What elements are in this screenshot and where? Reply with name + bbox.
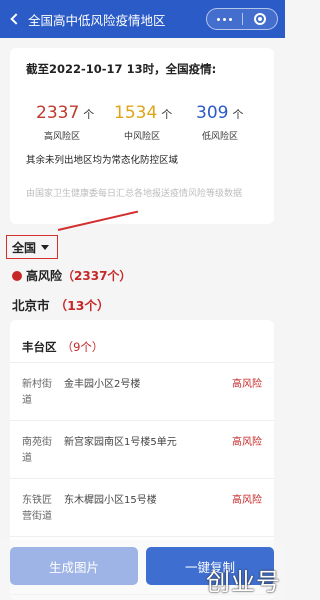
target-circle-icon[interactable] bbox=[243, 13, 277, 25]
navigation-bar: 全国高中低风险疫情地区 bbox=[0, 0, 285, 38]
stat-medium-risk: 1534 个 中风险区 bbox=[114, 103, 194, 142]
list-item: 东铁匠营街道 东木樨园小区15号楼 高风险 bbox=[10, 479, 274, 537]
page-title: 全国高中低风险疫情地区 bbox=[28, 12, 166, 28]
city-count: （13个） bbox=[54, 298, 110, 313]
region-selector-label: 全国 bbox=[12, 240, 37, 255]
street-name: 东铁匠营街道 bbox=[22, 495, 52, 522]
caret-down-icon bbox=[41, 244, 50, 250]
low-risk-count: 309 bbox=[196, 103, 229, 123]
medium-risk-label: 中风险区 bbox=[124, 132, 161, 142]
risk-level-header: 高风险 （2337个） bbox=[12, 267, 131, 284]
summary-headline: 截至2022-10-17 13时，全国疫情: bbox=[26, 62, 217, 76]
risk-level: 高风险 bbox=[232, 437, 262, 448]
low-risk-label: 低风险区 bbox=[202, 132, 239, 142]
city-header: 北京市 （13个） bbox=[12, 295, 110, 314]
more-dots-icon[interactable] bbox=[207, 17, 242, 21]
risk-level: 高风险 bbox=[232, 495, 262, 506]
region-selector[interactable]: 全国 bbox=[6, 235, 58, 259]
high-risk-unit: 个 bbox=[83, 108, 95, 121]
summary-note: 其余未列出地区均为常态化防控区域 bbox=[26, 155, 179, 166]
high-risk-label: 高风险区 bbox=[44, 132, 81, 142]
district-header: 丰台区 （9个） bbox=[22, 336, 103, 355]
street-name: 南苑街道 bbox=[22, 437, 52, 464]
summary-card: 截至2022-10-17 13时，全国疫情: 2337 个 高风险区 1534 个 … bbox=[10, 48, 274, 224]
medium-risk-count: 1534 bbox=[114, 103, 158, 123]
address: 东木樨园小区15号楼 bbox=[64, 495, 157, 506]
district-name: 丰台区 bbox=[22, 340, 57, 354]
watermark: 创业号 bbox=[206, 568, 281, 596]
data-source-text: 由国家卫生健康委每日汇总各地报送疫情风险等级数据 bbox=[26, 189, 243, 199]
stat-low-risk: 309 个 低风险区 bbox=[196, 103, 276, 142]
medium-risk-unit: 个 bbox=[161, 108, 173, 121]
mini-program-capsule bbox=[206, 8, 278, 30]
address: 新宫家园南区1号楼5单元 bbox=[64, 437, 177, 448]
list-item: 新村街道 金丰园小区2号楼 高风险 bbox=[10, 363, 274, 421]
stat-high-risk: 2337 个 高风险区 bbox=[36, 103, 116, 142]
low-risk-unit: 个 bbox=[232, 108, 244, 121]
high-risk-dot-icon bbox=[12, 270, 22, 281]
chevron-left-icon[interactable] bbox=[0, 0, 28, 38]
risk-level-title: 高风险 bbox=[26, 269, 63, 283]
street-name: 新村街道 bbox=[22, 379, 52, 406]
risk-level-count: （2337个） bbox=[62, 269, 132, 283]
city-name: 北京市 bbox=[12, 298, 50, 313]
high-risk-count: 2337 bbox=[36, 103, 80, 123]
risk-level: 高风险 bbox=[232, 379, 262, 390]
list-item: 南苑街道 新宫家园南区1号楼5单元 高风险 bbox=[10, 421, 274, 479]
generate-image-button[interactable]: 生成图片 bbox=[10, 547, 138, 585]
address: 金丰园小区2号楼 bbox=[64, 379, 141, 390]
district-count: （9个） bbox=[61, 340, 104, 354]
